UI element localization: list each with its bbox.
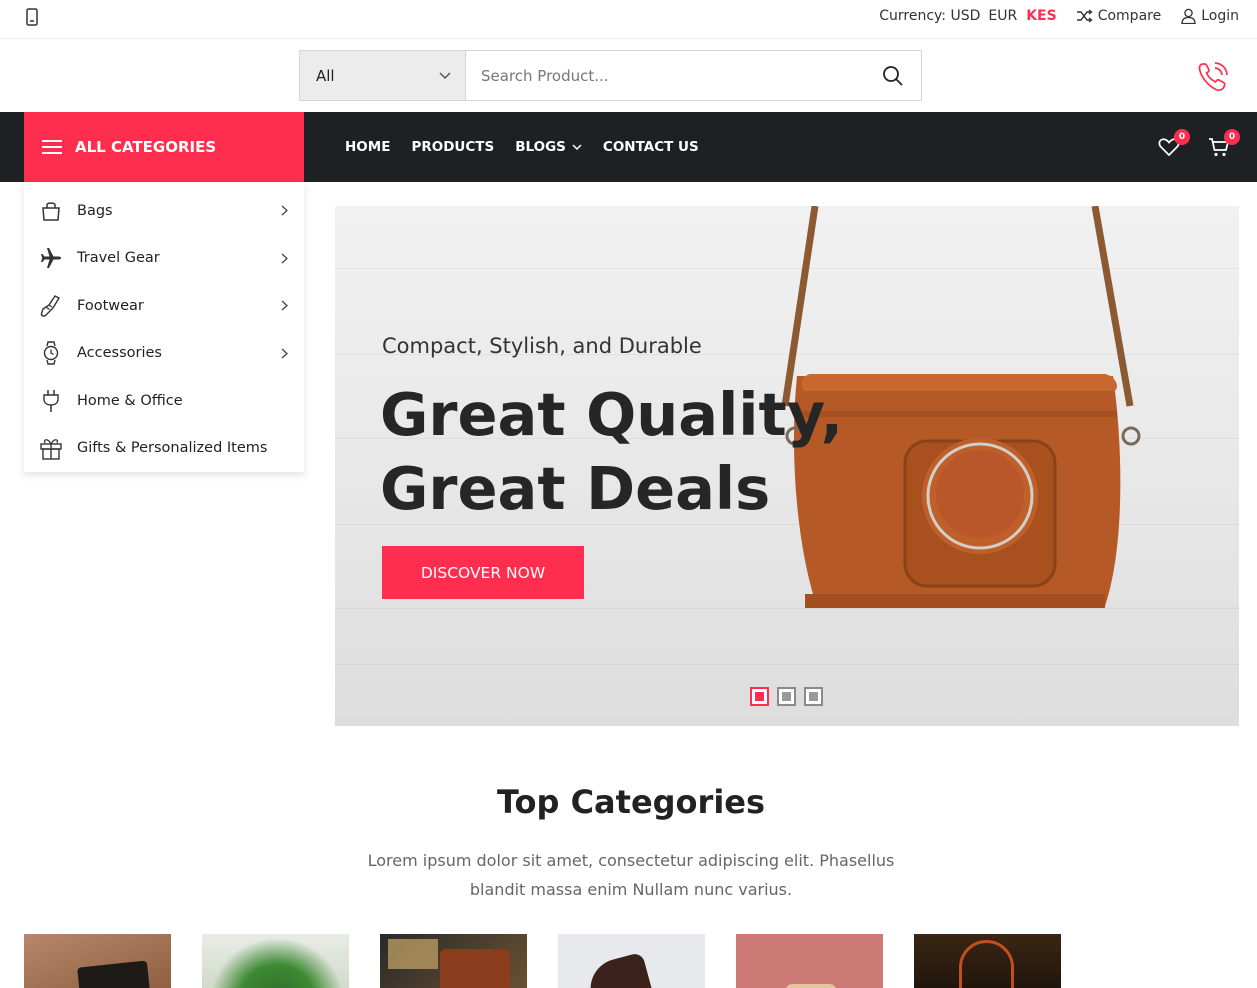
category-item-gifts[interactable]: Gifts & Personalized Items <box>24 425 304 473</box>
top-bar-right: Currency: USD EUR KES Compare Login <box>879 0 1239 32</box>
category-item-accessories[interactable]: Accessories <box>24 330 304 378</box>
category-label: Gifts & Personalized Items <box>77 440 268 457</box>
slider-dot-2[interactable] <box>777 687 796 706</box>
nav-item-products[interactable]: PRODUCTS <box>411 139 494 155</box>
top-categories-description: Lorem ipsum dolor sit amet, consectetur … <box>367 851 895 899</box>
watch-icon <box>39 341 63 365</box>
hamburger-icon <box>42 140 62 154</box>
cart-count-badge: 0 <box>1224 129 1240 145</box>
nav-item-contact-us-label: CONTACT US <box>602 139 699 155</box>
category-label: Bags <box>77 202 113 219</box>
slider-dot-1[interactable] <box>750 687 769 706</box>
category-label: Home & Office <box>77 392 183 409</box>
slider-pagination <box>750 687 831 706</box>
main-nav: ALL CATEGORIES HOME PRODUCTS BLOGS CONTA… <box>0 112 1257 182</box>
category-thumb[interactable] <box>24 934 171 988</box>
currency-option-eur[interactable]: EUR <box>988 8 1017 24</box>
search-input[interactable] <box>466 51 865 100</box>
hero-title-line-2: Great Deals <box>380 454 771 523</box>
nav-item-home[interactable]: HOME <box>345 139 390 155</box>
category-item-footwear[interactable]: Footwear <box>24 282 304 330</box>
category-thumb[interactable] <box>380 934 527 988</box>
top-categories-title: Top Categories <box>496 783 766 821</box>
search-button[interactable] <box>865 51 921 100</box>
plug-icon <box>39 389 63 413</box>
category-select[interactable]: All <box>300 51 466 100</box>
category-item-home-office[interactable]: Home & Office <box>24 377 304 425</box>
user-icon <box>1181 8 1196 24</box>
currency-label: Currency: USD <box>879 8 981 24</box>
login-label: Login <box>1201 8 1239 24</box>
category-select-value: All <box>316 66 335 85</box>
mobile-phone-icon[interactable] <box>25 8 39 26</box>
currency-option-kes[interactable]: KES <box>1026 8 1057 24</box>
category-menu: Bags Travel Gear Footwear Accessories Ho… <box>24 182 304 472</box>
search-icon <box>883 65 903 86</box>
category-item-bags[interactable]: Bags <box>24 187 304 235</box>
compare-label: Compare <box>1097 8 1162 24</box>
wishlist-button[interactable]: 0 <box>1157 129 1190 159</box>
all-categories-label: ALL CATEGORIES <box>75 138 217 156</box>
category-thumb[interactable] <box>558 934 705 988</box>
bag-icon <box>39 199 63 223</box>
category-thumb[interactable] <box>202 934 349 988</box>
chevron-down-icon <box>439 71 451 79</box>
search-bar: All <box>299 50 922 101</box>
top-bar: Currency: USD EUR KES Compare Login <box>0 0 1257 39</box>
nav-item-home-label: HOME <box>345 139 391 155</box>
shuffle-icon <box>1076 9 1093 23</box>
nav-item-products-label: PRODUCTS <box>411 139 495 155</box>
chevron-right-icon <box>281 300 288 311</box>
discover-now-button[interactable]: DISCOVER NOW <box>382 546 584 599</box>
category-item-travel-gear[interactable]: Travel Gear <box>24 235 304 283</box>
category-label: Travel Gear <box>77 250 160 267</box>
gift-icon <box>39 436 63 460</box>
hero-subtitle: Compact, Stylish, and Durable <box>382 334 702 358</box>
main-menu: HOME PRODUCTS BLOGS CONTACT US <box>345 112 720 182</box>
hero-title-line-1: Great Quality, <box>380 380 844 449</box>
slider-dot-3[interactable] <box>804 687 823 706</box>
all-categories-button[interactable]: ALL CATEGORIES <box>24 112 304 182</box>
login-link[interactable]: Login <box>1181 8 1239 24</box>
shoe-icon <box>39 294 63 318</box>
search-row: All <box>0 39 1257 112</box>
chevron-right-icon <box>281 348 288 358</box>
compare-link[interactable]: Compare <box>1076 8 1162 24</box>
airplane-icon <box>39 246 63 270</box>
chevron-right-icon <box>281 253 288 263</box>
category-label: Accessories <box>77 345 162 362</box>
nav-item-contact-us[interactable]: CONTACT US <box>603 139 699 155</box>
category-thumb[interactable] <box>736 934 883 988</box>
hero-banner: Compact, Stylish, and Durable Great Qual… <box>335 206 1239 726</box>
nav-icons: 0 0 <box>1131 112 1240 182</box>
nav-item-blogs[interactable]: BLOGS <box>515 139 582 155</box>
chevron-right-icon <box>281 205 288 216</box>
wishlist-count-badge: 0 <box>1174 129 1190 145</box>
chevron-down-icon <box>572 143 582 150</box>
cart-button[interactable]: 0 <box>1207 129 1240 159</box>
phone-call-icon[interactable] <box>1195 59 1231 95</box>
category-thumb[interactable] <box>914 934 1061 988</box>
nav-item-blogs-label: BLOGS <box>515 139 566 155</box>
category-label: Footwear <box>77 297 144 314</box>
hero-title: Great Quality, Great Deals <box>380 378 850 526</box>
top-categories-grid <box>24 934 1092 988</box>
